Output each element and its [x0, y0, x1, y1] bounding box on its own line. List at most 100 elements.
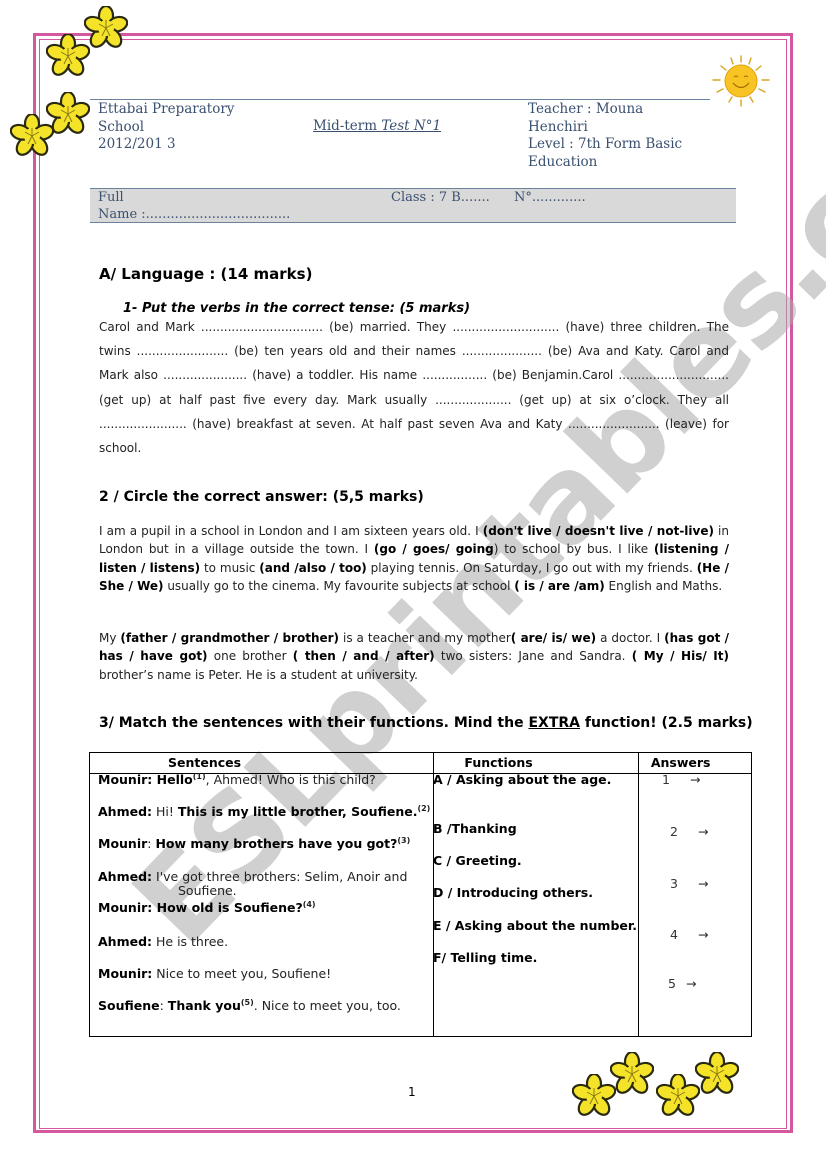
arrow-icon: → [689, 772, 701, 787]
column-header-sentences: Sentences [88, 752, 435, 774]
q3-title: 3/ Match the sentences with their functi… [99, 715, 753, 731]
flower-icon [656, 1074, 700, 1118]
sentence-item: Ahmed: He is three. [98, 934, 228, 949]
q2-paragraph-1: I am a pupil in a school in London and I… [99, 522, 729, 595]
paragraph-text: I am a pupil in a school in London and I… [99, 524, 483, 538]
sentence-text: , Ahmed! Who is this child? [205, 772, 376, 788]
answer-number: 1 [662, 772, 670, 787]
sentence-item: Ahmed: I've got three brothers: Selim, A… [98, 869, 407, 897]
page-number: 1 [408, 1085, 416, 1099]
flower-icon [610, 1052, 654, 1096]
answer-slot[interactable]: 5 → [668, 976, 696, 991]
number-field[interactable]: N°............. [514, 190, 586, 207]
class-field[interactable]: Class : 7 B....... [391, 190, 490, 207]
speaker-name: Ahmed: [98, 934, 153, 949]
header-rule [90, 99, 710, 100]
function-item: D / Introducing others. [433, 885, 593, 900]
teacher-info: Teacher : Mouna Henchiri Level : 7th For… [528, 101, 682, 171]
section-a-title: A/ Language : (14 marks) [99, 265, 313, 283]
answer-options[interactable]: ( is / are /am) [514, 579, 604, 593]
answer-slot[interactable]: 3 → [670, 876, 708, 891]
answer-number: 4 [670, 927, 678, 942]
q3-title-extra: EXTRA [528, 715, 580, 731]
school-info: Ettabai Preparatory School 2012/201 3 [98, 101, 234, 154]
answer-options[interactable]: ( are/ is/ we) [511, 631, 596, 645]
test-title: Mid-term Test N°1 [313, 118, 441, 136]
sun-icon [712, 55, 770, 107]
name-field[interactable]: Name :..................................… [98, 207, 290, 224]
column-header-functions: Functions [433, 752, 639, 774]
paragraph-text: brother’s name is Peter. He is a student… [99, 667, 418, 682]
paragraph-text: is a teacher and my mother [339, 631, 511, 645]
answer-slot[interactable]: 4 → [670, 927, 708, 942]
speaker-name: Soufiene [98, 998, 160, 1014]
table-header-row: Sentences Functions Answers [88, 752, 753, 774]
paragraph-text: a doctor. I [596, 631, 665, 645]
answer-options[interactable]: ( then / and / after) [293, 649, 435, 663]
arrow-icon: → [685, 976, 697, 991]
flower-icon [84, 6, 128, 50]
sentence-key-text: How old is Soufiene? [152, 900, 303, 916]
speaker-name: Ahmed: [98, 804, 153, 820]
answer-number: 3 [670, 876, 678, 891]
arrow-icon: → [697, 876, 709, 891]
function-item: C / Greeting. [433, 853, 522, 868]
paragraph-text: to music [200, 560, 260, 575]
sentence-text: He is three. [152, 934, 229, 949]
q3-title-part2: function! (2.5 marks) [580, 715, 753, 731]
sentence-item: Mounir: How many brothers have you got?(… [98, 836, 410, 851]
q1-title: 1- Put the verbs in the correct tense: (… [123, 301, 471, 316]
answer-options[interactable]: (and /also / too) [259, 561, 367, 575]
answer-options[interactable]: ( My / His/ It) [632, 649, 729, 663]
sentence-text: I've got three brothers: Selim, Anoir an… [152, 869, 408, 884]
sentence-key-text: Hello [152, 772, 193, 788]
q2-paragraph-2: My (father / grandmother / brother) is a… [99, 629, 729, 684]
q3-title-part1: 3/ Match the sentences with their functi… [99, 715, 529, 731]
q2-title: 2 / Circle the correct answer: (5,5 mark… [99, 489, 424, 505]
flower-icon [10, 114, 54, 158]
sentence-text: . Nice to meet you, too. [253, 998, 401, 1014]
answer-slot[interactable]: 1 → [662, 772, 700, 787]
column-header-answers: Answers [637, 752, 753, 774]
school-name-line2: School [98, 118, 145, 135]
speaker-name: Mounir: [98, 772, 153, 788]
paragraph-text: My [99, 631, 121, 645]
sentence-key-text: Thank you [167, 998, 241, 1014]
answer-options[interactable]: (don't live / doesn't live / not-live) [483, 524, 714, 538]
sentence-number: (4) [302, 900, 316, 909]
function-item: A / Asking about the age. [433, 772, 612, 787]
speaker-name: Mounir: [98, 900, 153, 916]
speaker-name: Ahmed: [98, 869, 153, 884]
answer-number: 2 [670, 824, 678, 839]
q1-text: Carol and Mark .........................… [99, 320, 729, 456]
answer-number: 5 [668, 976, 676, 991]
function-item: B /Thanking [433, 821, 517, 836]
arrow-icon: → [697, 927, 709, 942]
level-line2: Education [528, 153, 598, 170]
sentence-text: Hi! [152, 804, 178, 820]
sentence-continuation: Soufiene. [178, 883, 237, 898]
level-line1: Level : 7th Form Basic [528, 136, 683, 152]
sentence-key-text: This is my little brother, Soufiene. [177, 804, 418, 820]
sentence-number: (2) [417, 804, 431, 813]
paragraph-text: two sisters: Jane and Sandra. [434, 649, 632, 664]
answer-slot[interactable]: 2 → [670, 824, 708, 839]
test-title-part1: Mid-term [313, 118, 382, 134]
test-title-part2: Test N°1 [381, 118, 442, 134]
sentence-item: Soufiene: Thank you(5). Nice to meet you… [98, 998, 401, 1013]
paragraph-text: ) to school by bus. I like [493, 542, 654, 557]
answer-options[interactable]: (father / grandmother / brother) [120, 631, 339, 645]
answer-options[interactable]: (go / goes/ going [374, 542, 494, 556]
sentence-number: (5) [240, 998, 254, 1007]
paragraph-text: usually go to the cinema. My favourite s… [163, 578, 515, 593]
arrow-icon: → [697, 824, 709, 839]
functions-cell [433, 773, 639, 1037]
speaker-name: Mounir [98, 836, 148, 852]
school-year: 2012/201 3 [98, 136, 176, 152]
paragraph-text: playing tennis. On Saturday, I go out wi… [366, 560, 697, 575]
function-item: F/ Telling time. [433, 950, 538, 965]
sentence-text: Nice to meet you, Soufiene! [152, 966, 332, 981]
teacher-line1: Teacher : Mouna [528, 101, 644, 117]
sentence-item: Ahmed: Hi! This is my little brother, So… [98, 804, 430, 819]
function-item: E / Asking about the number. [433, 918, 637, 933]
